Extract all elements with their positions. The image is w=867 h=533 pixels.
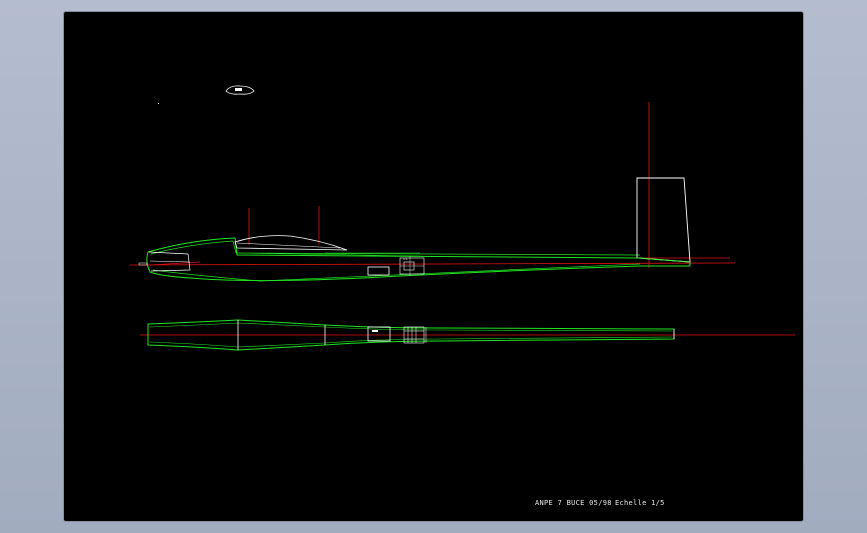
side-view: 1:1: [129, 102, 736, 282]
top-view: [140, 319, 795, 351]
fuselage-bottom-inner: [152, 263, 641, 282]
scale-label: Echelle 1/5: [615, 499, 665, 507]
svg-text:1:1: 1:1: [403, 257, 408, 261]
equipment-box-side: [367, 266, 390, 276]
cad-viewer: 1:1 ANPE 7 BUCE 05/98 Echelle 1/5: [0, 0, 867, 533]
canopy: [234, 235, 348, 251]
vertical-fin: [636, 177, 691, 263]
nose-centerline: [149, 260, 191, 263]
title-block-text: ANPE 7 BUCE 05/98: [535, 499, 612, 507]
equipment-box-label: [372, 330, 378, 332]
servo-block-side: 1:1: [399, 256, 425, 276]
side-axis-line: [129, 262, 736, 266]
stray-point: [158, 103, 159, 104]
fuselage-plan-inner-bottom: [149, 336, 673, 348]
canopy-frame: [236, 242, 341, 249]
fin-root: [636, 257, 691, 263]
glider-fuselage-drawing: 1:1: [129, 85, 795, 351]
logo-glyph: [225, 85, 255, 95]
